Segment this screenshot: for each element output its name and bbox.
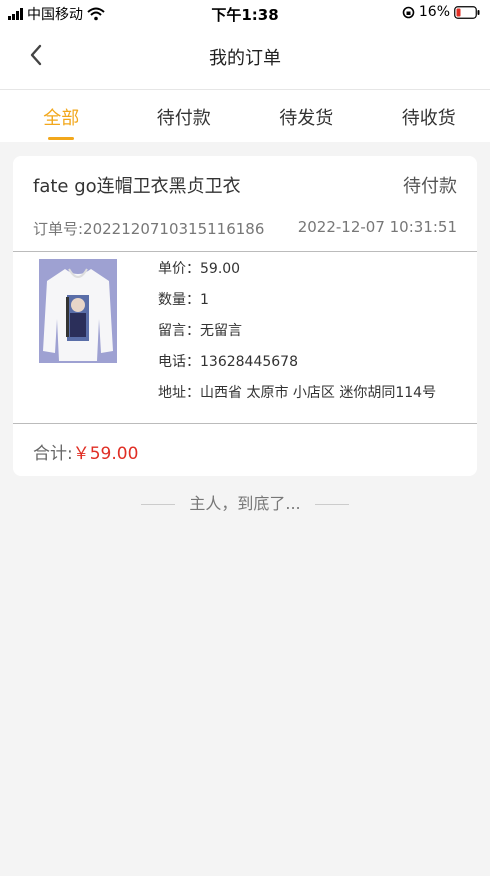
tab-label: 待收货 — [401, 108, 456, 129]
hoodie-image — [39, 259, 117, 363]
tab-pending-payment[interactable]: 待付款 — [123, 90, 246, 142]
divider — [141, 504, 176, 505]
product-image[interactable] — [39, 259, 117, 363]
message: 留言：无留言 — [158, 323, 242, 339]
end-text: 主人，到底了... — [189, 494, 301, 513]
order-status: 待付款 — [403, 176, 457, 197]
order-number: 订单号:20221207103151​16186 — [33, 220, 265, 238]
order-card[interactable]: fate go连帽卫衣黑贞卫衣 待付款 订单号:20221207103151​1… — [13, 156, 477, 476]
product-title: fate go连帽卫衣黑贞卫衣 — [33, 176, 241, 197]
order-time: 2022-12-07 10:31:51 — [297, 218, 457, 236]
end-of-list: 主人，到底了... — [0, 490, 490, 514]
tab-active-indicator — [48, 137, 75, 140]
divider — [13, 423, 477, 424]
rotation-lock-icon — [402, 6, 415, 18]
status-bar: 中国移动 下午1:38 16% — [0, 0, 490, 26]
divider — [13, 251, 477, 252]
tab-label: 全部 — [43, 108, 80, 129]
total-amount: ￥59.00 — [72, 444, 139, 464]
order-details: 单价：59.00 数量：1 留言：无留言 电话：13628445678 地址：山… — [158, 260, 436, 415]
battery-icon — [454, 5, 480, 19]
unit-price: 单价：59.00 — [158, 261, 241, 277]
quantity: 数量：1 — [158, 292, 209, 308]
tab-pending-receipt[interactable]: 待收货 — [368, 90, 490, 142]
divider — [314, 504, 349, 505]
tab-pending-shipment[interactable]: 待发货 — [245, 90, 368, 142]
tab-label: 待付款 — [156, 108, 211, 129]
tab-label: 待发货 — [279, 108, 334, 129]
nav-bar: 我的订单 — [0, 26, 490, 90]
status-right: 16% — [402, 4, 480, 20]
phone: 电话：13628445678 — [158, 354, 298, 370]
total-label: 合计: — [33, 444, 73, 464]
order-total: 合计:￥59.00 — [33, 439, 138, 464]
page-title: 我的订单 — [209, 48, 281, 69]
tab-all[interactable]: 全部 — [0, 90, 123, 142]
order-tabs: 全部 待付款 待发货 待收货 — [0, 90, 490, 142]
battery-percent: 16% — [418, 4, 450, 20]
address: 地址：山西省 太原市 小店区 迷你胡同114号 — [158, 385, 437, 401]
